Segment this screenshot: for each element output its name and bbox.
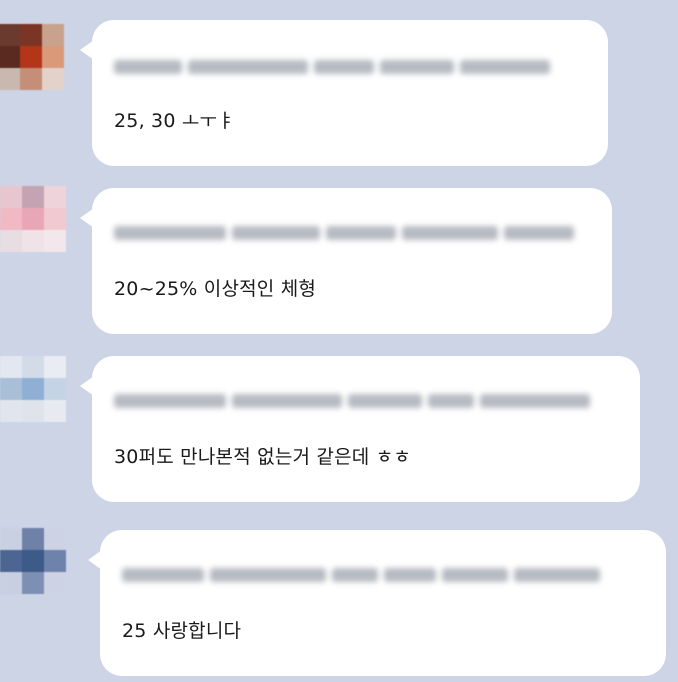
avatar-pixel xyxy=(0,572,22,594)
message-text: 25 사랑합니다 xyxy=(122,620,242,642)
avatar-pixel xyxy=(0,356,22,378)
blurred-sender-info xyxy=(114,56,550,78)
avatar-pixel xyxy=(44,572,66,594)
avatar-pixel xyxy=(0,46,20,68)
message-text: 20~25% 이상적인 체형 xyxy=(114,278,317,300)
message-bubble[interactable]: 20~25% 이상적인 체형 xyxy=(80,188,612,334)
avatar-pixel xyxy=(20,68,42,90)
avatar-pixel xyxy=(42,46,64,68)
message-text: 25, 30 ㅗㅜㅑ xyxy=(114,110,235,132)
avatar-pixel xyxy=(22,356,44,378)
avatar-pixel xyxy=(0,186,22,208)
avatar-pixel xyxy=(22,550,44,572)
avatar-pixel xyxy=(0,68,20,90)
avatar-pixel xyxy=(22,186,44,208)
avatar-pixel xyxy=(0,208,22,230)
avatar-pixel xyxy=(0,230,22,252)
avatar-pixel xyxy=(44,186,66,208)
avatar-pixel xyxy=(22,528,44,550)
message-bubble[interactable]: 30퍼도 만나본적 없는거 같은데 ㅎㅎ xyxy=(80,356,640,502)
avatar-pixel xyxy=(44,400,66,422)
avatar-pixel xyxy=(20,46,42,68)
avatar-pixel xyxy=(22,230,44,252)
avatar-pixel xyxy=(20,24,42,46)
avatar-pixel xyxy=(44,208,66,230)
avatar[interactable] xyxy=(0,24,64,90)
message-text: 30퍼도 만나본적 없는거 같은데 ㅎㅎ xyxy=(114,446,412,468)
avatar[interactable] xyxy=(0,356,66,422)
message-bubble[interactable]: 25, 30 ㅗㅜㅑ xyxy=(80,20,608,166)
avatar-pixel xyxy=(0,528,22,550)
blurred-sender-info xyxy=(114,390,590,412)
avatar-pixel xyxy=(0,550,22,572)
avatar-pixel xyxy=(0,400,22,422)
avatar-pixel xyxy=(42,68,64,90)
avatar-pixel xyxy=(44,230,66,252)
blurred-sender-info xyxy=(122,564,600,586)
avatar-pixel xyxy=(22,572,44,594)
avatar-pixel xyxy=(0,24,20,46)
avatar[interactable] xyxy=(0,186,66,252)
avatar-pixel xyxy=(22,378,44,400)
avatar-pixel xyxy=(44,528,66,550)
message-bubble[interactable]: 25 사랑합니다 xyxy=(88,530,666,676)
avatar-pixel xyxy=(42,24,64,46)
avatar-pixel xyxy=(22,208,44,230)
avatar[interactable] xyxy=(0,528,66,594)
chat-thread: 25, 30 ㅗㅜㅑ 20~25% 이상적인 체형 30퍼도 만나본적 없는거 … xyxy=(0,0,678,682)
avatar-pixel xyxy=(44,378,66,400)
avatar-pixel xyxy=(44,550,66,572)
avatar-pixel xyxy=(0,378,22,400)
avatar-pixel xyxy=(22,400,44,422)
blurred-sender-info xyxy=(114,222,574,244)
avatar-pixel xyxy=(44,356,66,378)
